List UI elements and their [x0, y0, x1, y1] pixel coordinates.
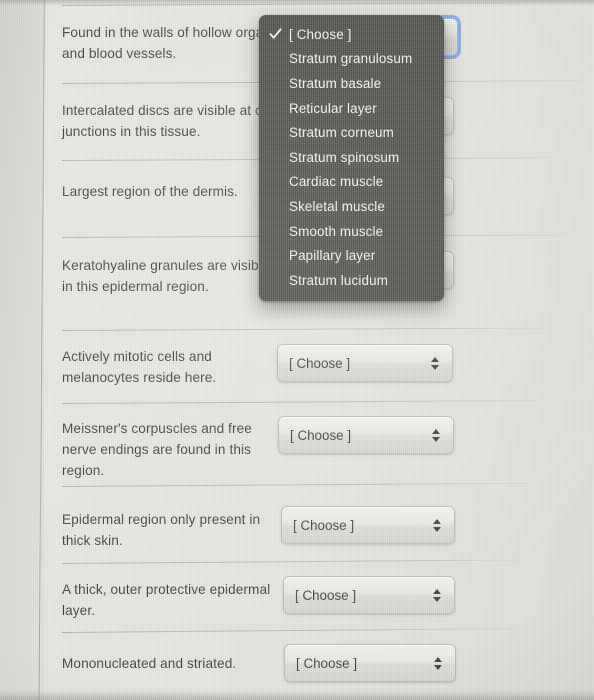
quiz-prompt-text: Keratohyaline granules are visible in th… [62, 258, 270, 294]
quiz-prompt-text: A thick, outer protective epidermal laye… [62, 582, 271, 618]
dropdown-option-label: [ Choose ] [289, 26, 352, 42]
quiz-screen: Found in the walls of hollow organs and … [0, 0, 594, 700]
answer-select[interactable]: [ Choose ] [283, 576, 455, 614]
quiz-prompt-text: Mononucleated and striated. [62, 656, 237, 671]
answer-select-value: [ Choose ] [295, 587, 357, 603]
answer-select[interactable]: [ Choose ] [277, 344, 453, 382]
dropdown-option[interactable]: [ Choose ] [259, 22, 444, 47]
updown-stepper-icon[interactable] [433, 653, 442, 673]
updown-stepper-icon[interactable] [431, 425, 440, 445]
answer-select-value: [ Choose ] [296, 655, 358, 671]
row-separator [61, 482, 532, 487]
row-separator [61, 628, 517, 633]
dropdown-option-label: Stratum corneum [289, 125, 394, 141]
dropdown-option-label: Skeletal muscle [289, 198, 386, 214]
row-separator [61, 327, 554, 331]
dropdown-option[interactable]: Papillary layer [259, 243, 444, 268]
screen-edge-bottom [0, 690, 594, 700]
row-separator [61, 400, 537, 404]
quiz-prompt-text: Actively mitotic cells and melanocytes r… [62, 349, 217, 385]
dropdown-option[interactable]: Stratum corneum [259, 120, 444, 145]
dropdown-option-label: Stratum basale [289, 75, 382, 91]
answer-select[interactable]: [ Choose ] [284, 644, 456, 682]
answer-select-value: [ Choose ] [290, 427, 352, 443]
dropdown-option[interactable]: Stratum basale [259, 71, 444, 96]
dropdown-option[interactable]: Smooth muscle [259, 219, 444, 244]
dropdown-option[interactable]: Cardiac muscle [259, 170, 444, 195]
dropdown-option[interactable]: Skeletal muscle [259, 194, 444, 219]
answer-select[interactable]: [ Choose ] [281, 506, 455, 544]
dropdown-option-label: Reticular layer [289, 100, 377, 116]
updown-stepper-icon[interactable] [430, 353, 439, 373]
quiz-prompt-text: Largest region of the dermis. [62, 184, 238, 199]
row-separator [61, 559, 522, 564]
dropdown-option-label: Smooth muscle [289, 223, 384, 239]
dropdown-option-label: Stratum spinosum [289, 149, 400, 165]
quiz-prompt-text: Intercalated discs are visible at cell j… [62, 103, 276, 139]
dropdown-option-label: Cardiac muscle [289, 174, 384, 190]
updown-stepper-icon[interactable] [432, 515, 441, 535]
dropdown-option[interactable]: Stratum lucidum [259, 268, 444, 293]
select-dropdown-menu[interactable]: [ Choose ] Stratum granulosum Stratum basa… [259, 15, 444, 301]
answer-select-value: [ Choose ] [289, 355, 351, 371]
answer-select[interactable]: [ Choose ] [278, 416, 454, 454]
answer-select-value: [ Choose ] [293, 517, 355, 533]
updown-stepper-icon[interactable] [432, 585, 441, 605]
dropdown-option-label: Papillary layer [289, 248, 376, 264]
quiz-prompt-text: Meissner's corpuscles and free nerve end… [62, 421, 252, 478]
dropdown-option[interactable]: Reticular layer [259, 96, 444, 121]
quiz-prompt-text: Epidermal region only present in thick s… [62, 512, 261, 548]
quiz-prompt-text: Found in the walls of hollow organs and … [62, 25, 278, 61]
dropdown-option[interactable]: Stratum granulosum [259, 47, 444, 72]
dropdown-option[interactable]: Stratum spinosum [259, 145, 444, 170]
check-icon [269, 28, 282, 41]
screen-edge-top [0, 0, 594, 6]
dropdown-option-label: Stratum granulosum [289, 51, 413, 67]
dropdown-option-label: Stratum lucidum [289, 272, 388, 288]
